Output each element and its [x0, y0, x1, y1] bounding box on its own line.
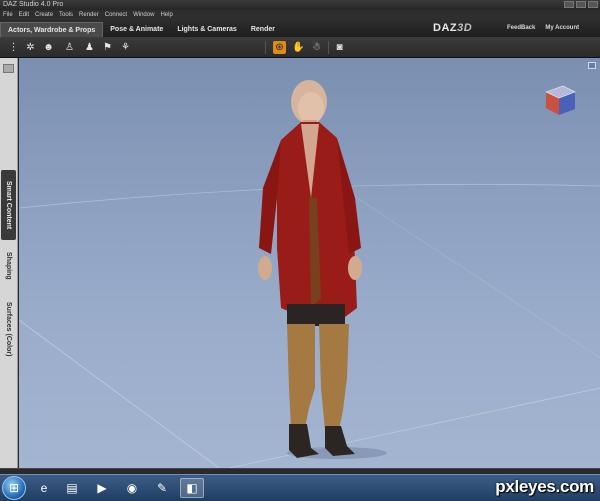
- window-titlebar: DAZ Studio 4.0 Pro: [0, 0, 600, 10]
- room-tabs: Actors, Wardrobe & Props Pose & Animate …: [0, 22, 282, 37]
- maximize-button[interactable]: [576, 1, 586, 8]
- tab-pose-animate[interactable]: Pose & Animate: [103, 22, 170, 37]
- viewport-scene: [19, 80, 600, 468]
- feedback-link[interactable]: FeedBack: [507, 23, 535, 33]
- toolbar-separator: [328, 41, 329, 54]
- ie-icon[interactable]: e: [32, 478, 56, 498]
- toolbar-grip-icon: ⋮: [8, 42, 19, 53]
- paint-icon[interactable]: ✎: [150, 478, 174, 498]
- daz-app-icon[interactable]: ◧: [180, 478, 204, 498]
- node-tool-icon[interactable]: ✋: [292, 41, 305, 54]
- logo-text-left: DAZ: [433, 22, 458, 34]
- side-panel: Smart Content Shaping Surfaces (Color): [0, 58, 18, 468]
- top-links: FeedBack My Account: [507, 23, 579, 33]
- figure-pose-icon[interactable]: ☃: [310, 41, 323, 54]
- viewport-options-icon[interactable]: [588, 62, 596, 69]
- tab-shaping[interactable]: Shaping: [1, 246, 16, 286]
- 3d-figure[interactable]: [258, 80, 387, 459]
- panel-options-icon[interactable]: [3, 64, 14, 73]
- daz3d-logo: DAZ3D: [433, 20, 472, 37]
- menu-edit[interactable]: Edit: [19, 10, 29, 20]
- 3d-viewport[interactable]: [19, 58, 600, 468]
- logo-text-right: 3D: [457, 22, 473, 34]
- menu-help[interactable]: Help: [160, 10, 172, 20]
- tab-surfaces-color[interactable]: Surfaces (Color): [1, 294, 16, 364]
- scene-tool-icon[interactable]: ⚘: [119, 41, 132, 54]
- folder-icon[interactable]: ▤: [60, 478, 84, 498]
- menu-file[interactable]: File: [3, 10, 13, 20]
- minimize-button[interactable]: [564, 1, 574, 8]
- wardrobe-tool-icon[interactable]: ♟: [83, 41, 96, 54]
- menu-render[interactable]: Render: [79, 10, 99, 20]
- camera-render-icon[interactable]: ◙: [333, 41, 346, 54]
- content-tool-icon[interactable]: ✲: [24, 41, 37, 54]
- menu-bar: File Edit Create Tools Render Connect Wi…: [0, 10, 600, 20]
- actor-tool-icon[interactable]: ♙: [63, 41, 76, 54]
- media-player-icon[interactable]: ▶: [90, 478, 114, 498]
- my-account-link[interactable]: My Account: [545, 23, 579, 33]
- window-title: DAZ Studio 4.0 Pro: [3, 1, 64, 8]
- close-button[interactable]: [588, 1, 598, 8]
- windows-start-icon[interactable]: ⊞: [2, 476, 26, 500]
- tab-smart-content[interactable]: Smart Content: [1, 170, 16, 240]
- tab-lights-cameras[interactable]: Lights & Cameras: [170, 22, 244, 37]
- universal-tool-icon[interactable]: ⊛: [273, 41, 286, 54]
- tab-render[interactable]: Render: [244, 22, 282, 37]
- props-tool-icon[interactable]: ⚑: [101, 41, 114, 54]
- figure-tool-icon[interactable]: ☻: [42, 41, 55, 54]
- menu-tools[interactable]: Tools: [59, 10, 73, 20]
- menu-connect[interactable]: Connect: [105, 10, 127, 20]
- firefox-icon[interactable]: ◉: [120, 478, 144, 498]
- watermark: pxleyes.com: [495, 477, 594, 496]
- toolbar-separator: [265, 41, 266, 54]
- menu-window[interactable]: Window: [133, 10, 154, 20]
- tab-actors-wardrobe-props[interactable]: Actors, Wardrobe & Props: [0, 22, 104, 37]
- main-toolbar: ⋮ ✲ ☻ ♙ ♟ ⚑ ⚘ ⊛ ✋ ☃ ◙: [0, 37, 600, 58]
- menu-create[interactable]: Create: [35, 10, 53, 20]
- view-cube-icon[interactable]: [545, 85, 576, 115]
